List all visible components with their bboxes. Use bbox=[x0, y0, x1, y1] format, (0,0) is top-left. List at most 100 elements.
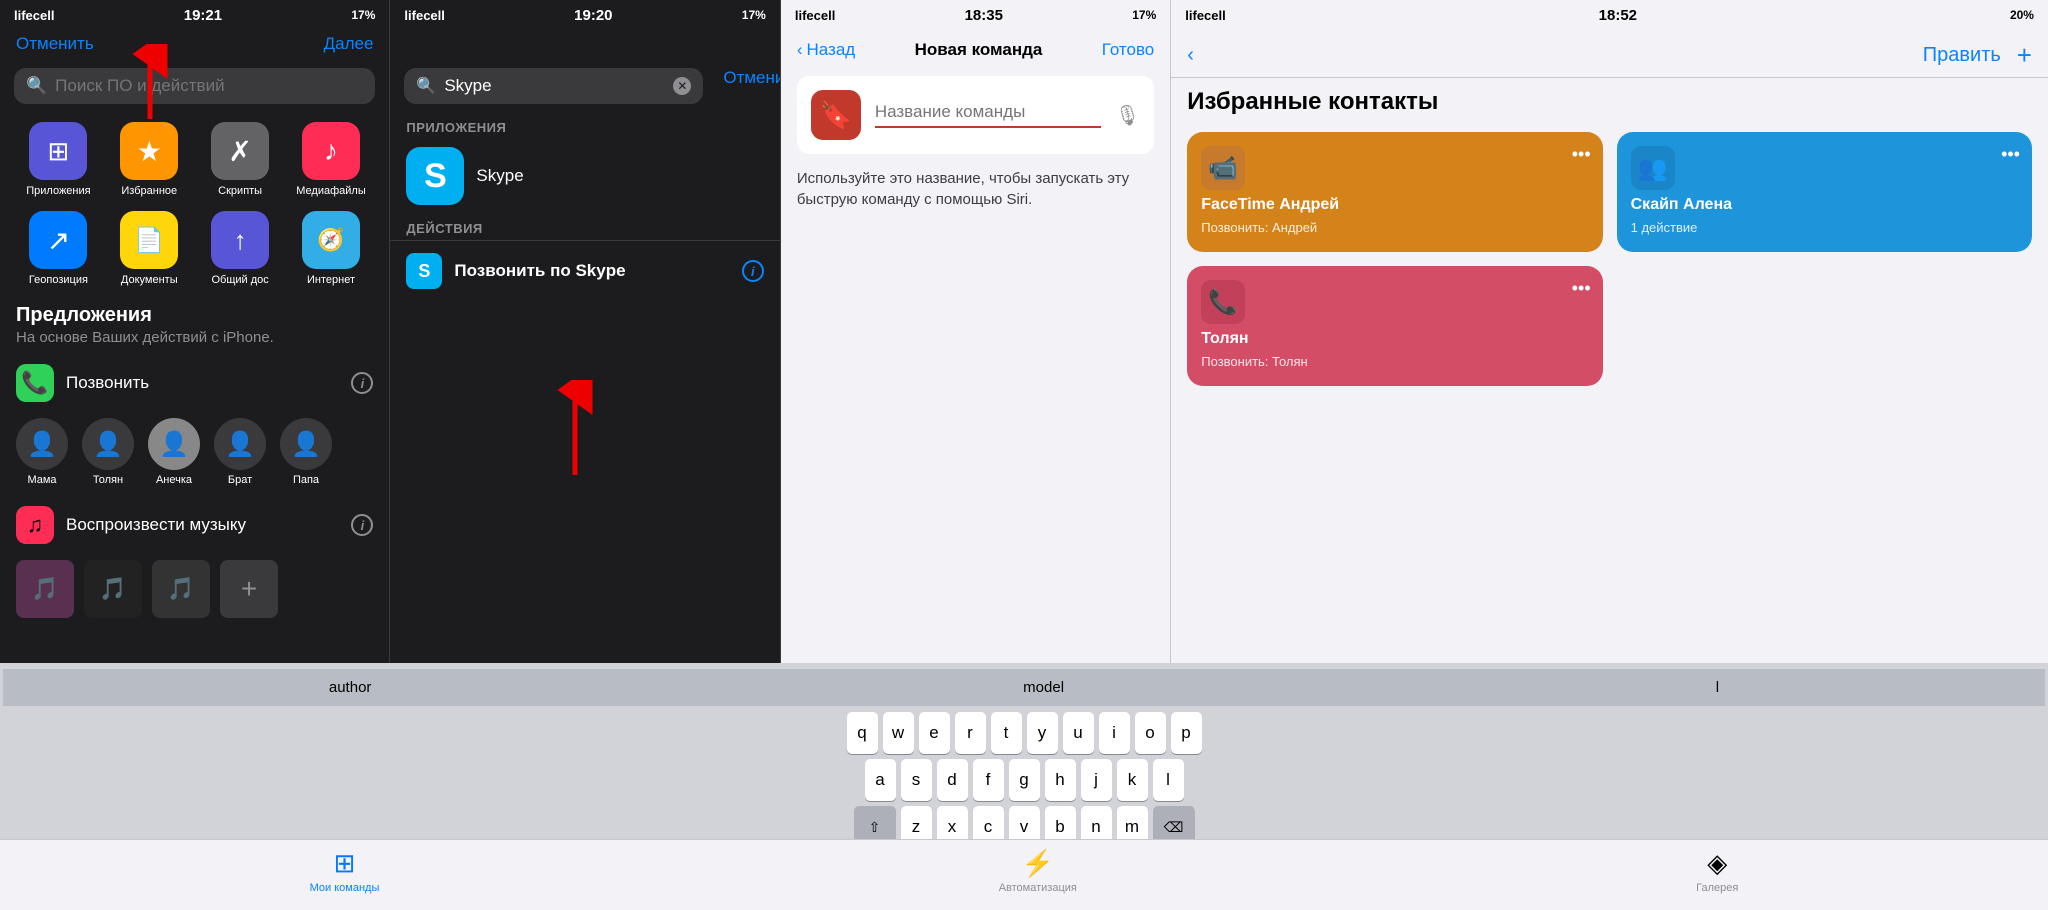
battery-3: 17% bbox=[1132, 8, 1156, 22]
avatar-brat: 👤 bbox=[214, 418, 266, 470]
plus-button-4[interactable]: + bbox=[2017, 40, 2032, 71]
music-suggestion[interactable]: ♫ Воспроизвести музыку i bbox=[0, 496, 389, 554]
icon-share-box: ↑ bbox=[211, 211, 269, 269]
kb3-key-f[interactable]: f bbox=[973, 759, 1004, 801]
kb3-key-g[interactable]: g bbox=[1009, 759, 1040, 801]
clear-button-2[interactable]: ✕ bbox=[673, 77, 691, 95]
card-more-facetime[interactable]: ••• bbox=[1572, 144, 1591, 165]
call-suggestion[interactable]: 📞 Позвонить i bbox=[0, 354, 389, 412]
icon-media[interactable]: ♪ Медиафайлы bbox=[293, 122, 370, 197]
icon-media-box: ♪ bbox=[302, 122, 360, 180]
call-info-btn[interactable]: i bbox=[351, 372, 373, 394]
skype-app-result[interactable]: S Skype bbox=[390, 139, 779, 213]
skype-call-action[interactable]: S Позвонить по Skype i bbox=[390, 240, 779, 301]
search-input-1[interactable] bbox=[55, 76, 363, 96]
time-4: 18:52 bbox=[1599, 7, 1637, 24]
card-tolyan[interactable]: ••• 📞 Толян Позвонить: Толян bbox=[1187, 266, 1602, 386]
kb3-key-k[interactable]: k bbox=[1117, 759, 1148, 801]
icon-apps[interactable]: ⊞ Приложения bbox=[20, 122, 97, 197]
icon-scripts[interactable]: ✗ Скрипты bbox=[202, 122, 279, 197]
icon-scripts-box: ✗ bbox=[211, 122, 269, 180]
card-skype-alena[interactable]: ••• 👥 Скайп Алена 1 действие bbox=[1617, 132, 2032, 252]
kb3-key-i[interactable]: i bbox=[1099, 712, 1130, 754]
status-icons-2: 17% bbox=[742, 8, 766, 22]
contact-anechka[interactable]: 👤 Анечка bbox=[148, 418, 200, 486]
kb3-key-l[interactable]: l bbox=[1153, 759, 1171, 801]
back-button-3[interactable]: ‹ Назад bbox=[797, 40, 855, 60]
facetime-icon: 📹 bbox=[1208, 154, 1238, 183]
icon-share[interactable]: ↑ Общий дос bbox=[202, 211, 279, 286]
mic-icon[interactable]: 🎙 bbox=[1115, 103, 1140, 128]
music-info-btn[interactable]: i bbox=[351, 514, 373, 536]
page-title-4: Избранные контакты bbox=[1171, 78, 2048, 122]
icon-docs-label: Документы bbox=[121, 274, 178, 286]
music-thumb-add[interactable]: + bbox=[220, 560, 278, 618]
back-button-4[interactable]: ‹ bbox=[1187, 44, 1194, 67]
shortcut-name-input[interactable] bbox=[875, 102, 1101, 122]
icon-favorites[interactable]: ★ Избранное bbox=[111, 122, 188, 197]
search-icon-2: 🔍 bbox=[416, 76, 436, 96]
icon-scripts-label: Скрипты bbox=[218, 185, 262, 197]
card-more-skype[interactable]: ••• bbox=[2001, 144, 2020, 165]
icon-favorites-label: Избранное bbox=[121, 185, 177, 197]
edit-button-4[interactable]: Править bbox=[1923, 44, 2001, 67]
tolyan-card-name: Толян bbox=[1201, 330, 1588, 348]
tab-gallery[interactable]: ◈ Галерея bbox=[1696, 848, 1738, 894]
cancel-button-1[interactable]: Отменить bbox=[16, 34, 94, 60]
kb3-key-s[interactable]: s bbox=[901, 759, 932, 801]
kb3-key-q[interactable]: q bbox=[847, 712, 878, 754]
shortcut-icon[interactable]: 🔖 bbox=[811, 90, 861, 140]
icon-docs[interactable]: 📄 Документы bbox=[111, 211, 188, 286]
p4-header: ‹ Править + bbox=[1171, 30, 2048, 78]
music-thumb-1[interactable]: 🎵 bbox=[16, 560, 74, 618]
apps-section-label: Приложения bbox=[390, 112, 779, 139]
icon-geo[interactable]: ↗ Геопозиция bbox=[20, 211, 97, 286]
kb3-key-a[interactable]: a bbox=[865, 759, 896, 801]
name-anechka: Анечка bbox=[156, 474, 192, 486]
music-note-icon: ♫ bbox=[27, 512, 44, 538]
panel-3: lifecell 18:35 17% ‹ Назад Новая команда… bbox=[781, 0, 1170, 910]
next-button-1[interactable]: Далее bbox=[324, 34, 374, 60]
done-button-3[interactable]: Готово bbox=[1102, 40, 1155, 60]
carrier-1: lifecell bbox=[14, 8, 54, 23]
name-tolyan: Толян bbox=[93, 474, 123, 486]
kb3-key-h[interactable]: h bbox=[1045, 759, 1076, 801]
music-thumb-2[interactable]: 🎵 bbox=[84, 560, 142, 618]
card-facetime-andrey[interactable]: ••• 📹 FaceTime Андрей Позвонить: Андрей bbox=[1187, 132, 1602, 252]
kb3-key-e[interactable]: e bbox=[919, 712, 950, 754]
kb3-key-w[interactable]: w bbox=[883, 712, 914, 754]
music-thumb-3[interactable]: 🎵 bbox=[152, 560, 210, 618]
contact-brat[interactable]: 👤 Брат bbox=[214, 418, 266, 486]
kb3-key-y[interactable]: y bbox=[1027, 712, 1058, 754]
time-3: 18:35 bbox=[965, 7, 1003, 24]
tolyan-card-icon: 📞 bbox=[1201, 280, 1245, 324]
kb3-key-t[interactable]: t bbox=[991, 712, 1022, 754]
cancel-button-2[interactable]: Отменить bbox=[717, 30, 780, 88]
search-bar-1[interactable]: 🔍 bbox=[14, 68, 375, 104]
status-icons-4: 20% bbox=[2010, 8, 2034, 22]
icon-web[interactable]: 🧭 Интернет bbox=[293, 211, 370, 286]
kb3-key-u[interactable]: u bbox=[1063, 712, 1094, 754]
kb3-key-j[interactable]: j bbox=[1081, 759, 1112, 801]
card-more-tolyan[interactable]: ••• bbox=[1572, 278, 1591, 299]
contact-tolyan[interactable]: 👤 Толян bbox=[82, 418, 134, 486]
action-info-btn[interactable]: i bbox=[742, 260, 764, 282]
status-icons-3: 17% bbox=[1132, 8, 1156, 22]
status-icons-1: 17% bbox=[351, 8, 375, 22]
icon-web-label: Интернет bbox=[307, 274, 355, 286]
kb3-key-d[interactable]: d bbox=[937, 759, 968, 801]
battery-2: 17% bbox=[742, 8, 766, 22]
skype-action-name: Позвонить по Skype bbox=[454, 261, 625, 281]
kb3-key-o[interactable]: o bbox=[1135, 712, 1166, 754]
contact-papa[interactable]: 👤 Папа bbox=[280, 418, 332, 486]
gallery-label: Галерея bbox=[1696, 882, 1738, 894]
contact-mama[interactable]: 👤 Мама bbox=[16, 418, 68, 486]
search-input-2[interactable] bbox=[444, 76, 665, 96]
icon-grid: ⊞ Приложения ★ Избранное ✗ Скрипты ♪ Мед… bbox=[0, 112, 389, 296]
shortcut-name-field bbox=[875, 102, 1101, 128]
kb3-key-r[interactable]: r bbox=[955, 712, 986, 754]
search-bar-2[interactable]: 🔍 ✕ bbox=[404, 68, 703, 104]
back-chevron-4: ‹ bbox=[1187, 44, 1194, 67]
icon-favorites-box: ★ bbox=[120, 122, 178, 180]
kb3-suggest-model[interactable]: model bbox=[1009, 675, 1078, 700]
